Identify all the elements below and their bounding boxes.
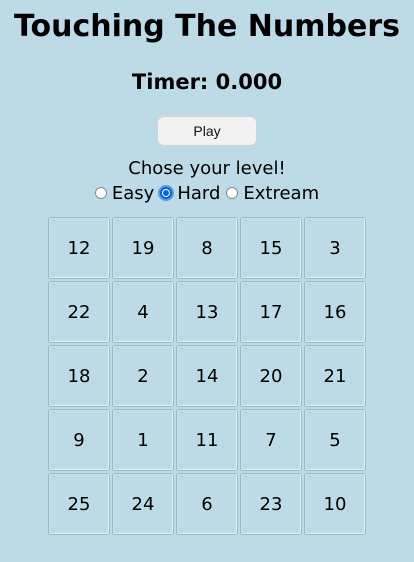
number-cell[interactable]: 21 — [304, 345, 366, 407]
number-cell[interactable]: 22 — [48, 281, 110, 343]
number-cell[interactable]: 25 — [48, 473, 110, 535]
number-cell[interactable]: 12 — [48, 217, 110, 279]
level-option-extream[interactable]: Extream — [226, 183, 319, 204]
number-cell[interactable]: 16 — [304, 281, 366, 343]
number-cell[interactable]: 17 — [240, 281, 302, 343]
number-cell[interactable]: 11 — [176, 409, 238, 471]
number-cell[interactable]: 13 — [176, 281, 238, 343]
number-cell[interactable]: 24 — [112, 473, 174, 535]
radio-easy[interactable] — [94, 187, 107, 199]
level-label-easy: Easy — [111, 182, 155, 204]
number-cell[interactable]: 18 — [48, 345, 110, 407]
level-option-hard[interactable]: Hard — [160, 183, 220, 204]
number-cell[interactable]: 19 — [112, 217, 174, 279]
radio-extream[interactable] — [226, 187, 239, 199]
number-cell[interactable]: 5 — [304, 409, 366, 471]
level-option-easy[interactable]: Easy — [94, 182, 155, 204]
number-cell[interactable]: 9 — [48, 409, 110, 471]
number-cell[interactable]: 7 — [240, 409, 302, 471]
number-cell[interactable]: 6 — [176, 473, 238, 535]
number-cell[interactable]: 20 — [240, 345, 302, 407]
page-title: Touching The Numbers — [14, 9, 400, 44]
number-board: 12 19 8 15 3 22 4 13 17 16 18 2 14 20 21 9 1 11 7 5 25 24 6 23 1… — [47, 216, 367, 536]
number-cell[interactable]: 23 — [240, 473, 302, 535]
radio-hard[interactable] — [160, 187, 173, 199]
number-cell[interactable]: 8 — [176, 217, 238, 279]
play-button[interactable]: Play — [157, 116, 257, 146]
number-cell[interactable]: 14 — [176, 345, 238, 407]
number-cell[interactable]: 1 — [112, 409, 174, 471]
number-cell[interactable]: 10 — [304, 473, 366, 535]
level-label-hard: Hard — [177, 182, 221, 204]
number-cell[interactable]: 2 — [112, 345, 174, 407]
timer-display: Timer: 0.000 — [131, 70, 283, 94]
number-cell[interactable]: 4 — [112, 281, 174, 343]
level-selector: Easy Hard Extream — [0, 181, 414, 205]
level-prompt: Chose your level! — [128, 158, 286, 179]
number-cell[interactable]: 15 — [240, 217, 302, 279]
level-label-extream: Extream — [243, 182, 320, 204]
number-cell[interactable]: 3 — [304, 217, 366, 279]
